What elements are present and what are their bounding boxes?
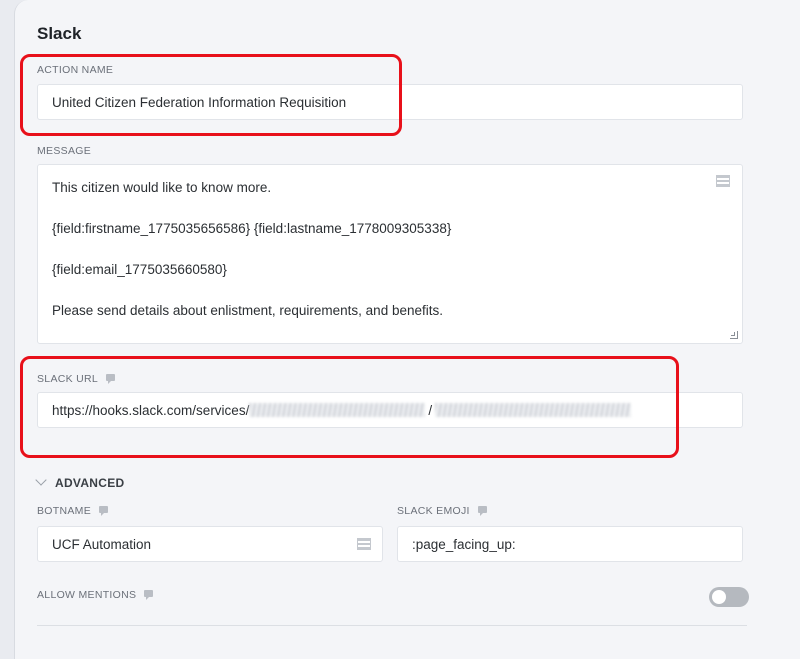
message-line: {field:email_1775035660580}: [52, 262, 227, 277]
message-line: This citizen would like to know more.: [52, 180, 272, 195]
allow-mentions-toggle[interactable]: [709, 587, 749, 607]
help-bubble-icon[interactable]: [477, 505, 487, 516]
allow-mentions-label: ALLOW MENTIONS: [37, 589, 154, 601]
slack-emoji-label: SLACK EMOJI: [397, 505, 487, 517]
help-bubble-icon[interactable]: [144, 589, 154, 600]
chevron-down-icon: [35, 474, 47, 486]
action-name-label: ACTION NAME: [37, 64, 114, 76]
slack-url-input[interactable]: https://hooks.slack.com/services/ /: [37, 392, 743, 428]
message-line: {field:firstname_1775035656586} {field:l…: [52, 221, 452, 236]
redacted-segment: [435, 403, 632, 417]
help-bubble-icon[interactable]: [99, 505, 109, 516]
toggle-knob: [712, 590, 726, 604]
help-bubble-icon[interactable]: [106, 373, 116, 384]
botname-label: BOTNAME: [37, 505, 109, 517]
list-lines-icon[interactable]: [357, 538, 371, 550]
action-name-input[interactable]: United Citizen Federation Information Re…: [37, 84, 743, 120]
advanced-toggle[interactable]: ADVANCED: [35, 474, 125, 490]
message-label: MESSAGE: [37, 145, 92, 157]
message-line: Please send details about enlistment, re…: [52, 303, 443, 318]
botname-input[interactable]: UCF Automation: [37, 526, 383, 562]
resize-handle-icon[interactable]: [730, 331, 738, 339]
message-textarea[interactable]: This citizen would like to know more. {f…: [37, 164, 743, 344]
list-lines-icon[interactable]: [716, 175, 730, 187]
redacted-segment: [249, 403, 426, 417]
slack-emoji-input[interactable]: :page_facing_up:: [397, 526, 743, 562]
divider: [37, 625, 747, 626]
section-title: Slack: [37, 24, 82, 43]
slack-url-label: SLACK URL: [37, 373, 116, 385]
